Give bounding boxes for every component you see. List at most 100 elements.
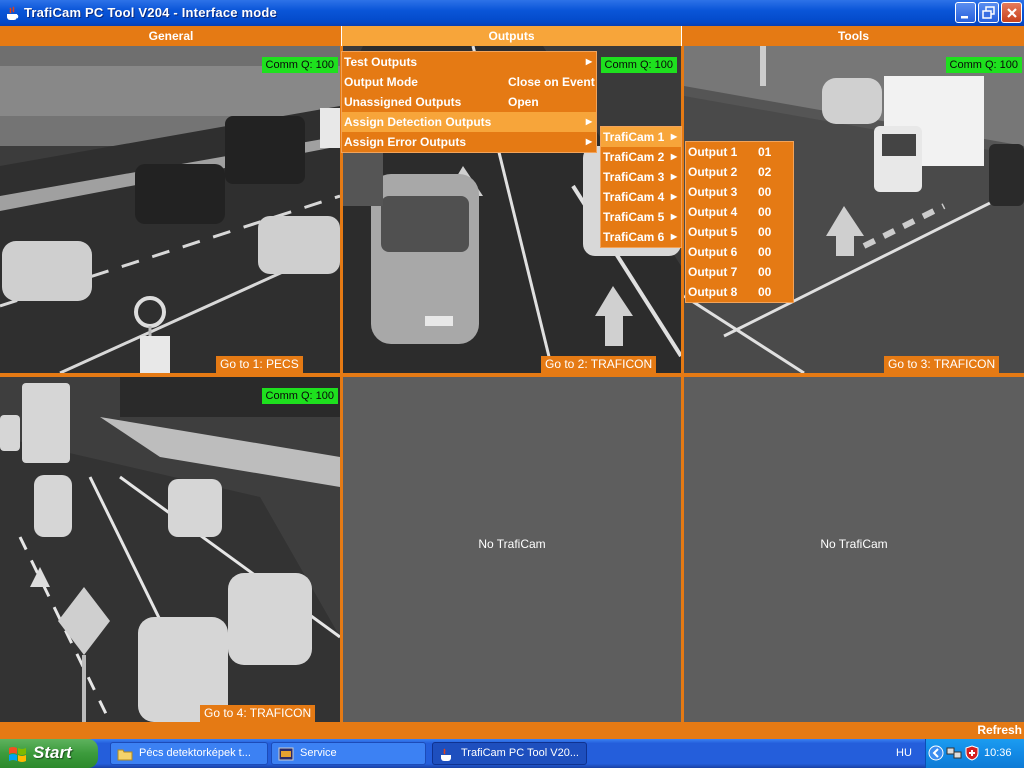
submenu-arrow-icon: ▶ xyxy=(585,137,592,146)
outputs-menu: Test Outputs ▶ Output Mode Close on Even… xyxy=(341,51,597,153)
camera-feed-image xyxy=(0,377,340,722)
camera-view-5[interactable]: No TrafiCam xyxy=(343,377,681,722)
restore-button[interactable] xyxy=(978,2,999,23)
menu-item-label: TrafiCam 1 xyxy=(603,130,665,144)
menu-item-value: 01 xyxy=(758,145,772,159)
taskbar-item-label: Pécs detektorképek t... xyxy=(139,747,251,759)
menu-item-output-mode[interactable]: Output Mode Close on Event xyxy=(342,72,596,92)
camera-view-6[interactable]: No TrafiCam xyxy=(684,377,1024,722)
clock[interactable]: 10:36 xyxy=(984,747,1012,759)
menu-item-output-7[interactable]: Output 7 00 xyxy=(686,262,793,282)
submenu-arrow-icon: ▶ xyxy=(670,232,677,241)
title-bar: TrafiCam PC Tool V204 - Interface mode xyxy=(0,0,1024,26)
submenu-arrow-icon: ▶ xyxy=(670,132,677,141)
menu-item-traficam-6[interactable]: TrafiCam 6 ▶ xyxy=(601,227,681,247)
camera-feed-image xyxy=(0,46,340,373)
menu-item-value: 00 xyxy=(758,225,772,239)
menu-item-label: Output Mode xyxy=(344,75,418,89)
taskbar-item-label: TrafiCam PC Tool V20... xyxy=(461,747,579,759)
folder-icon xyxy=(117,749,133,761)
camera-view-1[interactable]: Comm Q: 100 Go to 1: PECS xyxy=(0,46,340,373)
camera-view-4[interactable]: Comm Q: 100 Go to 4: TRAFICON xyxy=(0,377,340,722)
comm-quality-badge: Comm Q: 100 xyxy=(945,57,1022,73)
expand-tray-icon[interactable] xyxy=(928,745,944,761)
menu-item-label: Output 1 xyxy=(688,145,738,159)
system-tray: 10:36 xyxy=(925,739,1024,768)
menu-item-label: Output 6 xyxy=(688,245,738,259)
goto-camera-3-link[interactable]: Go to 3: TRAFICON xyxy=(884,356,1000,373)
menu-item-value: 00 xyxy=(758,265,772,279)
close-button[interactable] xyxy=(1001,2,1022,23)
menu-item-label: Assign Detection Outputs xyxy=(344,115,492,129)
grid-divider xyxy=(0,373,1024,377)
window-title: TrafiCam PC Tool V204 - Interface mode xyxy=(24,5,277,20)
menu-item-traficam-5[interactable]: TrafiCam 5 ▶ xyxy=(601,207,681,227)
menu-item-output-2[interactable]: Output 2 02 xyxy=(686,162,793,182)
close-icon xyxy=(1007,8,1017,18)
menu-item-label: TrafiCam 5 xyxy=(603,210,665,224)
start-button[interactable]: Start xyxy=(0,739,98,768)
menu-item-value: 00 xyxy=(758,185,772,199)
java-icon xyxy=(441,748,451,761)
menu-item-traficam-2[interactable]: TrafiCam 2 ▶ xyxy=(601,147,681,167)
menu-item-assign-detection-outputs[interactable]: Assign Detection Outputs ▶ xyxy=(342,112,596,132)
submenu-arrow-icon: ▶ xyxy=(585,57,592,66)
comm-quality-badge: Comm Q: 100 xyxy=(261,57,338,73)
menu-item-label: Output 7 xyxy=(688,265,738,279)
menu-item-assign-error-outputs[interactable]: Assign Error Outputs ▶ xyxy=(342,132,596,152)
menu-item-label: TrafiCam 6 xyxy=(603,230,665,244)
menu-item-test-outputs[interactable]: Test Outputs ▶ xyxy=(342,52,596,72)
restore-icon xyxy=(982,6,995,19)
service-icon xyxy=(278,747,294,761)
traficam-submenu: TrafiCam 1 ▶ TrafiCam 2 ▶ TrafiCam 3 ▶ T… xyxy=(600,126,682,248)
taskbar-item-service[interactable]: Service xyxy=(271,742,426,765)
menu-item-output-5[interactable]: Output 5 00 xyxy=(686,222,793,242)
menu-item-value: Close on Event xyxy=(508,75,595,89)
menu-item-traficam-3[interactable]: TrafiCam 3 ▶ xyxy=(601,167,681,187)
taskbar-item-folder[interactable]: Pécs detektorképek t... xyxy=(110,742,268,765)
no-camera-label: No TrafiCam xyxy=(820,537,888,551)
goto-camera-4-link[interactable]: Go to 4: TRAFICON xyxy=(200,705,316,722)
java-icon xyxy=(7,6,19,20)
menu-item-output-6[interactable]: Output 6 00 xyxy=(686,242,793,262)
menu-item-value: 00 xyxy=(758,285,772,299)
taskbar-item-traficam[interactable]: TrafiCam PC Tool V20... xyxy=(432,742,587,765)
goto-camera-1-link[interactable]: Go to 1: PECS xyxy=(216,356,303,373)
windows-logo-icon xyxy=(9,747,26,762)
security-shield-icon[interactable] xyxy=(964,745,980,761)
menu-item-label: Output 8 xyxy=(688,285,738,299)
network-icon[interactable] xyxy=(946,745,962,761)
language-indicator[interactable]: HU xyxy=(896,747,912,759)
menu-item-traficam-4[interactable]: TrafiCam 4 ▶ xyxy=(601,187,681,207)
menu-item-output-4[interactable]: Output 4 00 xyxy=(686,202,793,222)
goto-camera-2-link[interactable]: Go to 2: TRAFICON xyxy=(541,356,657,373)
submenu-arrow-icon: ▶ xyxy=(670,152,677,161)
output-assignment-submenu: Output 1 01 Output 2 02 Output 3 00 Outp… xyxy=(685,141,794,303)
submenu-arrow-icon: ▶ xyxy=(670,192,677,201)
menu-item-output-8[interactable]: Output 8 00 xyxy=(686,282,793,302)
menu-item-label: Test Outputs xyxy=(344,55,418,69)
refresh-button[interactable]: Refresh xyxy=(977,723,1022,737)
menu-item-value: Open xyxy=(508,95,539,109)
app-window: TrafiCam PC Tool V204 - Interface mode G… xyxy=(0,0,1024,768)
comm-quality-badge: Comm Q: 100 xyxy=(600,57,677,73)
menu-item-output-3[interactable]: Output 3 00 xyxy=(686,182,793,202)
minimize-button[interactable] xyxy=(955,2,976,23)
menu-item-traficam-1[interactable]: TrafiCam 1 ▶ xyxy=(601,127,681,147)
menu-item-label: Output 4 xyxy=(688,205,738,219)
menu-item-output-1[interactable]: Output 1 01 xyxy=(686,142,793,162)
taskbar-item-label: Service xyxy=(300,747,337,759)
menu-item-label: Output 5 xyxy=(688,225,738,239)
taskbar: Start Pécs detektorképek t... Service Tr… xyxy=(0,739,1024,768)
submenu-arrow-icon: ▶ xyxy=(585,117,592,126)
menu-item-label: Output 3 xyxy=(688,185,738,199)
menu-item-label: Assign Error Outputs xyxy=(344,135,467,149)
menu-item-label: Unassigned Outputs xyxy=(344,95,462,109)
menu-item-unassigned-outputs[interactable]: Unassigned Outputs Open xyxy=(342,92,596,112)
submenu-arrow-icon: ▶ xyxy=(670,212,677,221)
minimize-icon xyxy=(961,16,968,19)
menu-item-label: TrafiCam 4 xyxy=(603,190,665,204)
tab-general[interactable]: General xyxy=(0,26,342,46)
tab-tools[interactable]: Tools xyxy=(683,26,1024,46)
tab-outputs[interactable]: Outputs xyxy=(341,26,682,46)
